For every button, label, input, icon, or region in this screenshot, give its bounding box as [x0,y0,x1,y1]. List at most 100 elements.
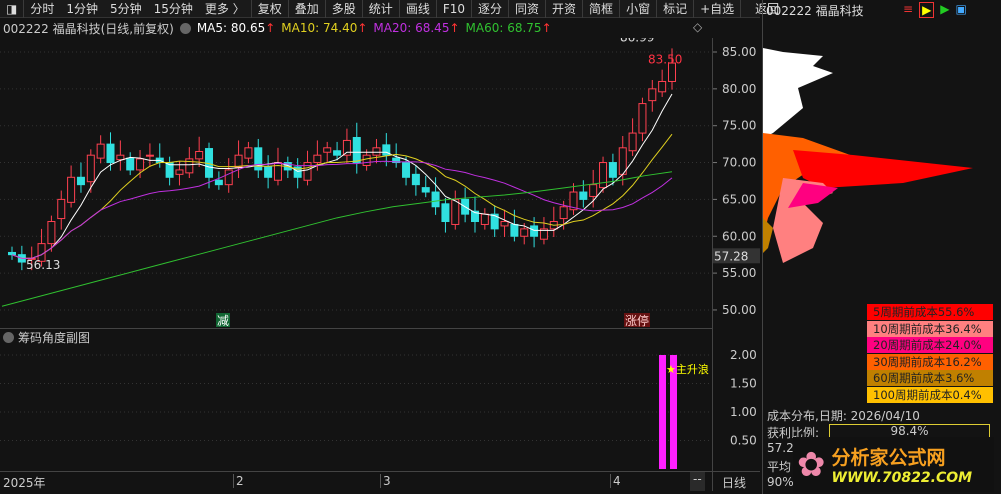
btn-multi[interactable]: 多股 [326,0,362,17]
candle [579,180,588,208]
candle [244,141,253,164]
candle [658,69,667,97]
candle [618,136,627,186]
panel-toggle-icon[interactable]: ◨ [0,2,23,16]
logo-text: 分析家公式网 [831,447,946,469]
chip-legend-row: 20周期前成本24.0% [867,337,993,353]
candle [411,165,420,196]
period-1min[interactable]: 1分钟 [60,0,104,17]
candle [480,208,489,230]
price-tick: 85.00 [722,45,756,59]
chip-panel: 002222 福晶科技 ≡ ▶ ▶ ▣ 5周期前成本55.6% 10周期前成本36… [762,0,1001,494]
diamond-icon[interactable]: ◇ [693,20,702,34]
chip-white [763,48,833,138]
kline-chart[interactable]: 85.00 80.00 75.00 70.00 65.00 60.00 55.00 50.00… [0,38,760,328]
up-arrow-icon: ↑ [357,21,368,35]
candle [185,147,194,179]
picture-icon[interactable]: ▣ [956,2,967,18]
chip-row: 57.2 [767,441,794,455]
chip-title: 002222 福晶科技 [766,4,864,18]
sub-tick: 1.50 [730,377,757,391]
ma5-line [11,93,673,259]
btn-same[interactable]: 同资 [509,0,545,17]
btn-fuquan[interactable]: 复权 [252,0,288,17]
indicator-info: 002222 福晶科技(日线,前复权) MA5: 80.65↑ MA10: 74… [0,19,552,37]
btn-open[interactable]: 开资 [546,0,582,17]
candle [67,165,76,208]
candle [638,97,647,142]
x-label: 2025年 [3,476,46,490]
candle [264,155,273,189]
sub-chart[interactable]: 2.00 1.50 1.00 0.50 ★主升浪 [0,345,760,471]
sub-chart-title: 筹码角度副图 [18,330,91,345]
period-minute[interactable]: 分时 [24,0,60,17]
btn-tick[interactable]: 逐分 [472,0,508,17]
time-axis: 2025年 2 3 4 -- 日线 [0,471,760,491]
candle [451,190,460,230]
btn-f10[interactable]: F10 [437,2,471,16]
scroll-end[interactable]: -- [690,472,705,491]
chip-row: 平均 [767,460,792,474]
candle [589,169,598,208]
price-tick: 60.00 [722,229,756,243]
period-15min[interactable]: 15分钟 [148,0,199,17]
sub-tick: 0.50 [730,434,757,448]
signal-bar [659,355,666,469]
candle [352,122,361,174]
chip-gold [763,218,773,253]
candle [116,140,125,171]
candle [96,135,105,164]
candle [441,197,450,233]
limit-label: 涨停 [625,313,649,328]
candle [254,138,263,179]
low-label: 56.13 [26,258,60,272]
flower-logo-icon: ✿ [797,444,826,485]
candle [145,143,154,167]
btn-small[interactable]: 小窗 [620,0,656,17]
price-tick: 70.00 [722,156,756,170]
high-label: 86.99 [620,38,654,44]
chip-legend-row: 30周期前成本16.2% [867,353,993,370]
x-label: 2 [233,474,244,488]
candle [234,140,243,179]
toolbar: ◨ 分时 1分钟 5分钟 15分钟 更多 〉 复权 叠加 多股 统计 画线 F1… [0,0,779,18]
collapse-icon[interactable] [3,331,14,343]
candle [57,190,66,230]
btn-stats[interactable]: 统计 [363,0,399,17]
last-label: 83.50 [648,52,682,66]
candle [569,183,578,215]
period-more[interactable]: 更多 〉 [199,0,251,17]
candle [490,205,499,237]
period-label[interactable]: 日线 [722,474,746,491]
candle [470,196,479,233]
up-arrow-icon: ↑ [449,21,460,35]
btn-simple[interactable]: 简框 [583,0,619,17]
period-5min[interactable]: 5分钟 [104,0,148,17]
flag-red-icon[interactable]: ▶ [919,2,935,18]
logo-overlay: ✿ 分析家公式网 WWW.70822.COM [793,437,994,492]
candle [165,156,174,186]
candle [421,175,430,198]
btn-draw[interactable]: 画线 [400,0,436,17]
x-label: 3 [380,474,391,488]
x-label: 4 [610,474,621,488]
up-arrow-icon: ↑ [541,21,552,35]
candle [323,141,332,164]
profit-bar: 98.4% [829,424,990,438]
bars-icon[interactable]: ≡ [903,2,913,18]
profit-value: 98.4% [890,424,929,438]
logo-url: WWW.70822.COM [831,470,973,486]
chip-row: 90% [767,475,794,489]
price-tick: 55.00 [722,266,756,280]
candle [136,150,145,179]
candle [214,171,223,190]
btn-mark[interactable]: 标记 [657,0,693,17]
settings-circle-icon[interactable] [179,22,191,34]
reduce-label: 减 [217,314,229,328]
btn-overlay[interactable]: 叠加 [289,0,325,17]
btn-add-watch[interactable]: +自选 [694,0,740,17]
signal-label: ★主升浪 [666,362,709,376]
ma10-label: MA10: 74.40 [281,21,358,35]
stock-title: 002222 福晶科技(日线,前复权) [3,21,174,36]
flag-green-icon[interactable]: ▶ [940,2,949,18]
